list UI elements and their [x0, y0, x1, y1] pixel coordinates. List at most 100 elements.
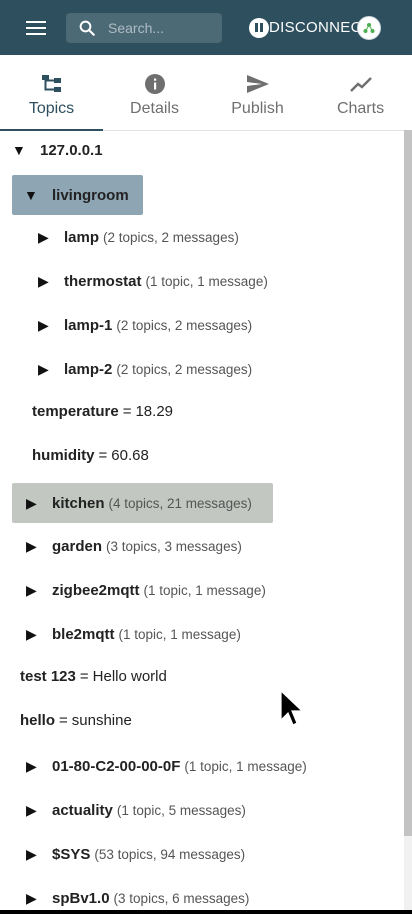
menu-button[interactable] — [26, 6, 70, 50]
tree-node-zigbee2mqtt[interactable]: ▶ zigbee2mqtt (1 topic, 1 message) — [26, 570, 266, 610]
leaf-value: 18.29 — [135, 402, 174, 420]
tab-topics-label: Topics — [28, 99, 75, 117]
tree-node-meta: (1 topic, 1 message) — [143, 582, 266, 598]
tree-node-kitchen[interactable]: ▶ kitchen (4 topics, 21 messages) — [12, 483, 273, 523]
tree-node-meta: (3 topics, 6 messages) — [113, 890, 250, 906]
tree-leaf-hello[interactable]: hello = sunshine — [20, 700, 132, 740]
tree-node-meta: (4 topics, 21 messages) — [108, 495, 252, 511]
tab-publish[interactable]: Publish — [206, 55, 309, 130]
tree-node-label: lamp — [64, 228, 100, 246]
tree-node-label: zigbee2mqtt — [52, 581, 140, 599]
tree-node-label: garden — [52, 537, 103, 555]
equals-sign: = — [122, 402, 132, 420]
tree-node-label: actuality — [52, 801, 113, 819]
tab-topics[interactable]: Topics — [0, 55, 103, 130]
tree-node-label: lamp-1 — [64, 316, 113, 334]
tree-node-meta: (2 topics, 2 messages) — [116, 317, 253, 333]
tree-scrollbar[interactable] — [404, 130, 412, 914]
info-icon — [144, 73, 165, 94]
leaf-key: humidity — [32, 446, 95, 464]
tree-node-label: kitchen — [52, 494, 105, 512]
leaf-value: sunshine — [71, 711, 132, 729]
pause-icon — [249, 17, 269, 38]
tree-node-meta: (2 topics, 2 messages) — [103, 229, 239, 245]
tree-node-01-80-c2-00-00-0f[interactable]: ▶ 01-80-C2-00-00-0F (1 topic, 1 message) — [26, 746, 307, 786]
search-box[interactable] — [66, 12, 222, 43]
tree-node-meta: (3 topics, 3 messages) — [106, 538, 242, 554]
leaf-value: 60.68 — [111, 446, 149, 464]
tree-node-meta: (1 topic, 1 message) — [184, 758, 307, 774]
topic-tree: ▼ 127.0.0.1 ▼ livingroom ▶ lamp (2 topic… — [0, 130, 412, 914]
tree-node-label: 127.0.0.1 — [40, 141, 103, 159]
leaf-key: temperature — [32, 402, 119, 420]
collapsed-arrow-icon[interactable]: ▶ — [26, 802, 46, 819]
tab-charts[interactable]: Charts — [309, 55, 412, 130]
collapsed-arrow-icon[interactable]: ▶ — [38, 361, 58, 378]
collapsed-arrow-icon[interactable]: ▶ — [26, 890, 46, 907]
tab-publish-label: Publish — [231, 99, 284, 117]
tree-node-ble2mqtt[interactable]: ▶ ble2mqtt (1 topic, 1 message) — [26, 614, 241, 654]
tree-leaf-test-123[interactable]: test 123 = Hello world — [20, 656, 167, 696]
disconnect-button[interactable]: DISCONNECT — [249, 17, 372, 38]
tab-details[interactable]: Details — [103, 55, 206, 130]
search-icon — [79, 20, 95, 36]
collapsed-arrow-icon[interactable]: ▶ — [26, 626, 46, 643]
leaf-key: hello — [20, 711, 56, 729]
tree-leaf-temperature[interactable]: temperature = 18.29 — [32, 391, 173, 431]
tab-details-label: Details — [130, 99, 179, 117]
tree-node-thermostat[interactable]: ▶ thermostat (1 topic, 1 message) — [38, 261, 268, 301]
leaf-key: test 123 — [20, 667, 76, 685]
topics-icon — [41, 74, 61, 92]
tree-node-label: lamp-2 — [64, 360, 113, 378]
broker-icon — [363, 22, 375, 33]
scrollbar-thumb[interactable] — [404, 130, 412, 836]
tree-node-spbv1-0[interactable]: ▶ spBv1.0 (3 topics, 6 messages) — [26, 878, 249, 914]
tree-node-meta: (2 topics, 2 messages) — [116, 361, 253, 377]
equals-sign: = — [59, 711, 68, 729]
tree-node-label: spBv1.0 — [52, 889, 110, 907]
tree-node-label: $SYS — [52, 845, 91, 863]
tree-node-actuality[interactable]: ▶ actuality (1 topic, 5 messages) — [26, 790, 246, 830]
expanded-arrow-icon[interactable]: ▼ — [12, 142, 32, 158]
equals-sign: = — [79, 667, 89, 685]
tab-bar: Topics Details Publish Charts — [0, 55, 412, 131]
app-bar: DISCONNECT — [0, 0, 412, 55]
send-icon — [246, 74, 269, 93]
collapsed-arrow-icon[interactable]: ▶ — [26, 758, 46, 775]
tree-node-lamp[interactable]: ▶ lamp (2 topics, 2 messages) — [38, 217, 239, 257]
collapsed-arrow-icon[interactable]: ▶ — [26, 846, 46, 863]
leaf-value: Hello world — [92, 667, 167, 685]
tree-node-label: 01-80-C2-00-00-0F — [52, 757, 181, 775]
mouse-cursor-icon — [280, 690, 304, 726]
app-root: DISCONNECT Topics — [0, 0, 412, 914]
connection-status-icon[interactable] — [357, 15, 382, 40]
collapsed-arrow-icon[interactable]: ▶ — [26, 495, 46, 512]
tree-leaf-humidity[interactable]: humidity = 60.68 — [32, 435, 149, 475]
tree-node-label: ble2mqtt — [52, 625, 115, 643]
search-input[interactable] — [106, 18, 210, 37]
bottom-edge — [0, 910, 412, 914]
tree-node-meta: (53 topics, 94 messages) — [94, 846, 246, 862]
tree-node-root[interactable]: ▼ 127.0.0.1 — [12, 130, 103, 170]
tree-node-livingroom[interactable]: ▼ livingroom — [12, 175, 143, 215]
tree-node-lamp-1[interactable]: ▶ lamp-1 (2 topics, 2 messages) — [38, 305, 252, 345]
collapsed-arrow-icon[interactable]: ▶ — [38, 273, 58, 290]
chart-icon — [349, 76, 372, 92]
collapsed-arrow-icon[interactable]: ▶ — [38, 317, 58, 334]
expanded-arrow-icon[interactable]: ▼ — [24, 187, 44, 203]
collapsed-arrow-icon[interactable]: ▶ — [38, 229, 58, 246]
disconnect-label: DISCONNECT — [269, 19, 372, 36]
tab-charts-label: Charts — [336, 99, 385, 117]
tree-node-meta: (1 topic, 5 messages) — [116, 802, 246, 818]
tree-node-meta: (1 topic, 1 message) — [118, 626, 241, 642]
tree-node-label: thermostat — [64, 272, 142, 290]
tree-node-lamp-2[interactable]: ▶ lamp-2 (2 topics, 2 messages) — [38, 349, 252, 389]
hamburger-menu-icon — [26, 20, 46, 35]
tree-node-garden[interactable]: ▶ garden (3 topics, 3 messages) — [26, 526, 242, 566]
collapsed-arrow-icon[interactable]: ▶ — [26, 582, 46, 599]
tree-node-meta: (1 topic, 1 message) — [145, 273, 268, 289]
tree-node-label: livingroom — [52, 186, 129, 204]
tree-node-sys[interactable]: ▶ $SYS (53 topics, 94 messages) — [26, 834, 245, 874]
collapsed-arrow-icon[interactable]: ▶ — [26, 538, 46, 555]
equals-sign: = — [98, 446, 108, 464]
